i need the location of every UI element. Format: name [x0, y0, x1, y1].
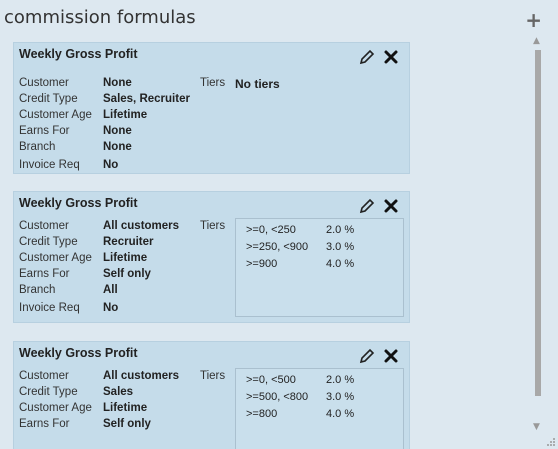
field-label: Credit Type: [19, 386, 78, 398]
field-label: Customer: [19, 77, 69, 89]
field-label: Customer: [19, 220, 69, 232]
close-icon[interactable]: [383, 348, 399, 364]
field-value: None: [103, 141, 132, 153]
field-label: Branch: [19, 284, 56, 296]
field-value: No: [103, 302, 119, 314]
field-label: Customer Age: [19, 109, 92, 121]
tiers-label: Tiers: [200, 77, 226, 89]
add-formula-button[interactable]: +: [525, 10, 542, 30]
field-value: Lifetime: [103, 402, 148, 414]
field-value: No: [103, 159, 119, 171]
close-icon[interactable]: [383, 49, 399, 65]
field-value: All customers: [103, 220, 180, 232]
card-title: Weekly Gross Profit: [19, 196, 138, 210]
field-label: Invoice Req: [19, 302, 80, 314]
field-label: Branch: [19, 141, 56, 153]
field-value: Lifetime: [103, 109, 148, 121]
field-value: Recruiter: [103, 236, 154, 248]
field-value: Sales, Recruiter: [103, 93, 190, 105]
tiers-label: Tiers: [200, 370, 226, 382]
pencil-icon[interactable]: [359, 49, 375, 65]
resize-grip-icon[interactable]: [546, 437, 556, 447]
field-label: Earns For: [19, 125, 70, 137]
vertical-scrollbar[interactable]: ▲ ▼: [532, 36, 544, 432]
tier-range: >=500, <800: [246, 391, 309, 403]
tiers-table: >=0, <500 2.0 % >=500, <800 3.0 % >=800 …: [235, 368, 404, 449]
field-value: All customers: [103, 370, 180, 382]
formula-card: Weekly Gross Profit Customer All custome…: [13, 191, 410, 323]
tier-rate: 2.0 %: [326, 374, 355, 386]
field-label: Credit Type: [19, 93, 78, 105]
field-label: Earns For: [19, 268, 70, 280]
field-value: All: [103, 284, 118, 296]
scroll-up-arrow-icon[interactable]: ▲: [533, 36, 540, 46]
pencil-icon[interactable]: [359, 348, 375, 364]
scroll-down-arrow-icon[interactable]: ▼: [533, 422, 540, 432]
field-value: None: [103, 77, 132, 89]
tiers-value: No tiers: [235, 77, 280, 91]
field-label: Customer Age: [19, 252, 92, 264]
tier-rate: 4.0 %: [326, 258, 355, 270]
tier-rate: 4.0 %: [326, 408, 355, 420]
tier-range: >=250, <900: [246, 241, 309, 253]
tier-rate: 3.0 %: [326, 391, 355, 403]
card-title: Weekly Gross Profit: [19, 346, 138, 360]
tier-range: >=0, <500: [246, 374, 296, 386]
tier-range: >=900: [246, 258, 278, 270]
field-value: Sales: [103, 386, 134, 398]
tier-rate: 2.0 %: [326, 224, 355, 236]
tier-range: >=800: [246, 408, 278, 420]
tiers-table: >=0, <250 2.0 % >=250, <900 3.0 % >=900 …: [235, 218, 404, 317]
close-icon[interactable]: [383, 198, 399, 214]
field-label: Customer: [19, 370, 69, 382]
formula-card: Weekly Gross Profit Customer All custome…: [13, 341, 410, 449]
field-value: Lifetime: [103, 252, 148, 264]
field-label: Earns For: [19, 418, 70, 430]
scrollbar-thumb[interactable]: [535, 50, 541, 396]
field-value: Self only: [103, 418, 151, 430]
tier-range: >=0, <250: [246, 224, 296, 236]
field-value: Self only: [103, 268, 151, 280]
pencil-icon[interactable]: [359, 198, 375, 214]
field-label: Customer Age: [19, 402, 92, 414]
page-title: commission formulas: [4, 7, 196, 28]
card-title: Weekly Gross Profit: [19, 47, 138, 61]
field-label: Credit Type: [19, 236, 78, 248]
field-value: None: [103, 125, 132, 137]
tiers-label: Tiers: [200, 220, 226, 232]
field-label: Invoice Req: [19, 159, 80, 171]
tier-rate: 3.0 %: [326, 241, 355, 253]
formulas-list: Weekly Gross Profit Customer None Credit…: [0, 36, 528, 449]
formula-card: Weekly Gross Profit Customer None Credit…: [13, 42, 410, 174]
